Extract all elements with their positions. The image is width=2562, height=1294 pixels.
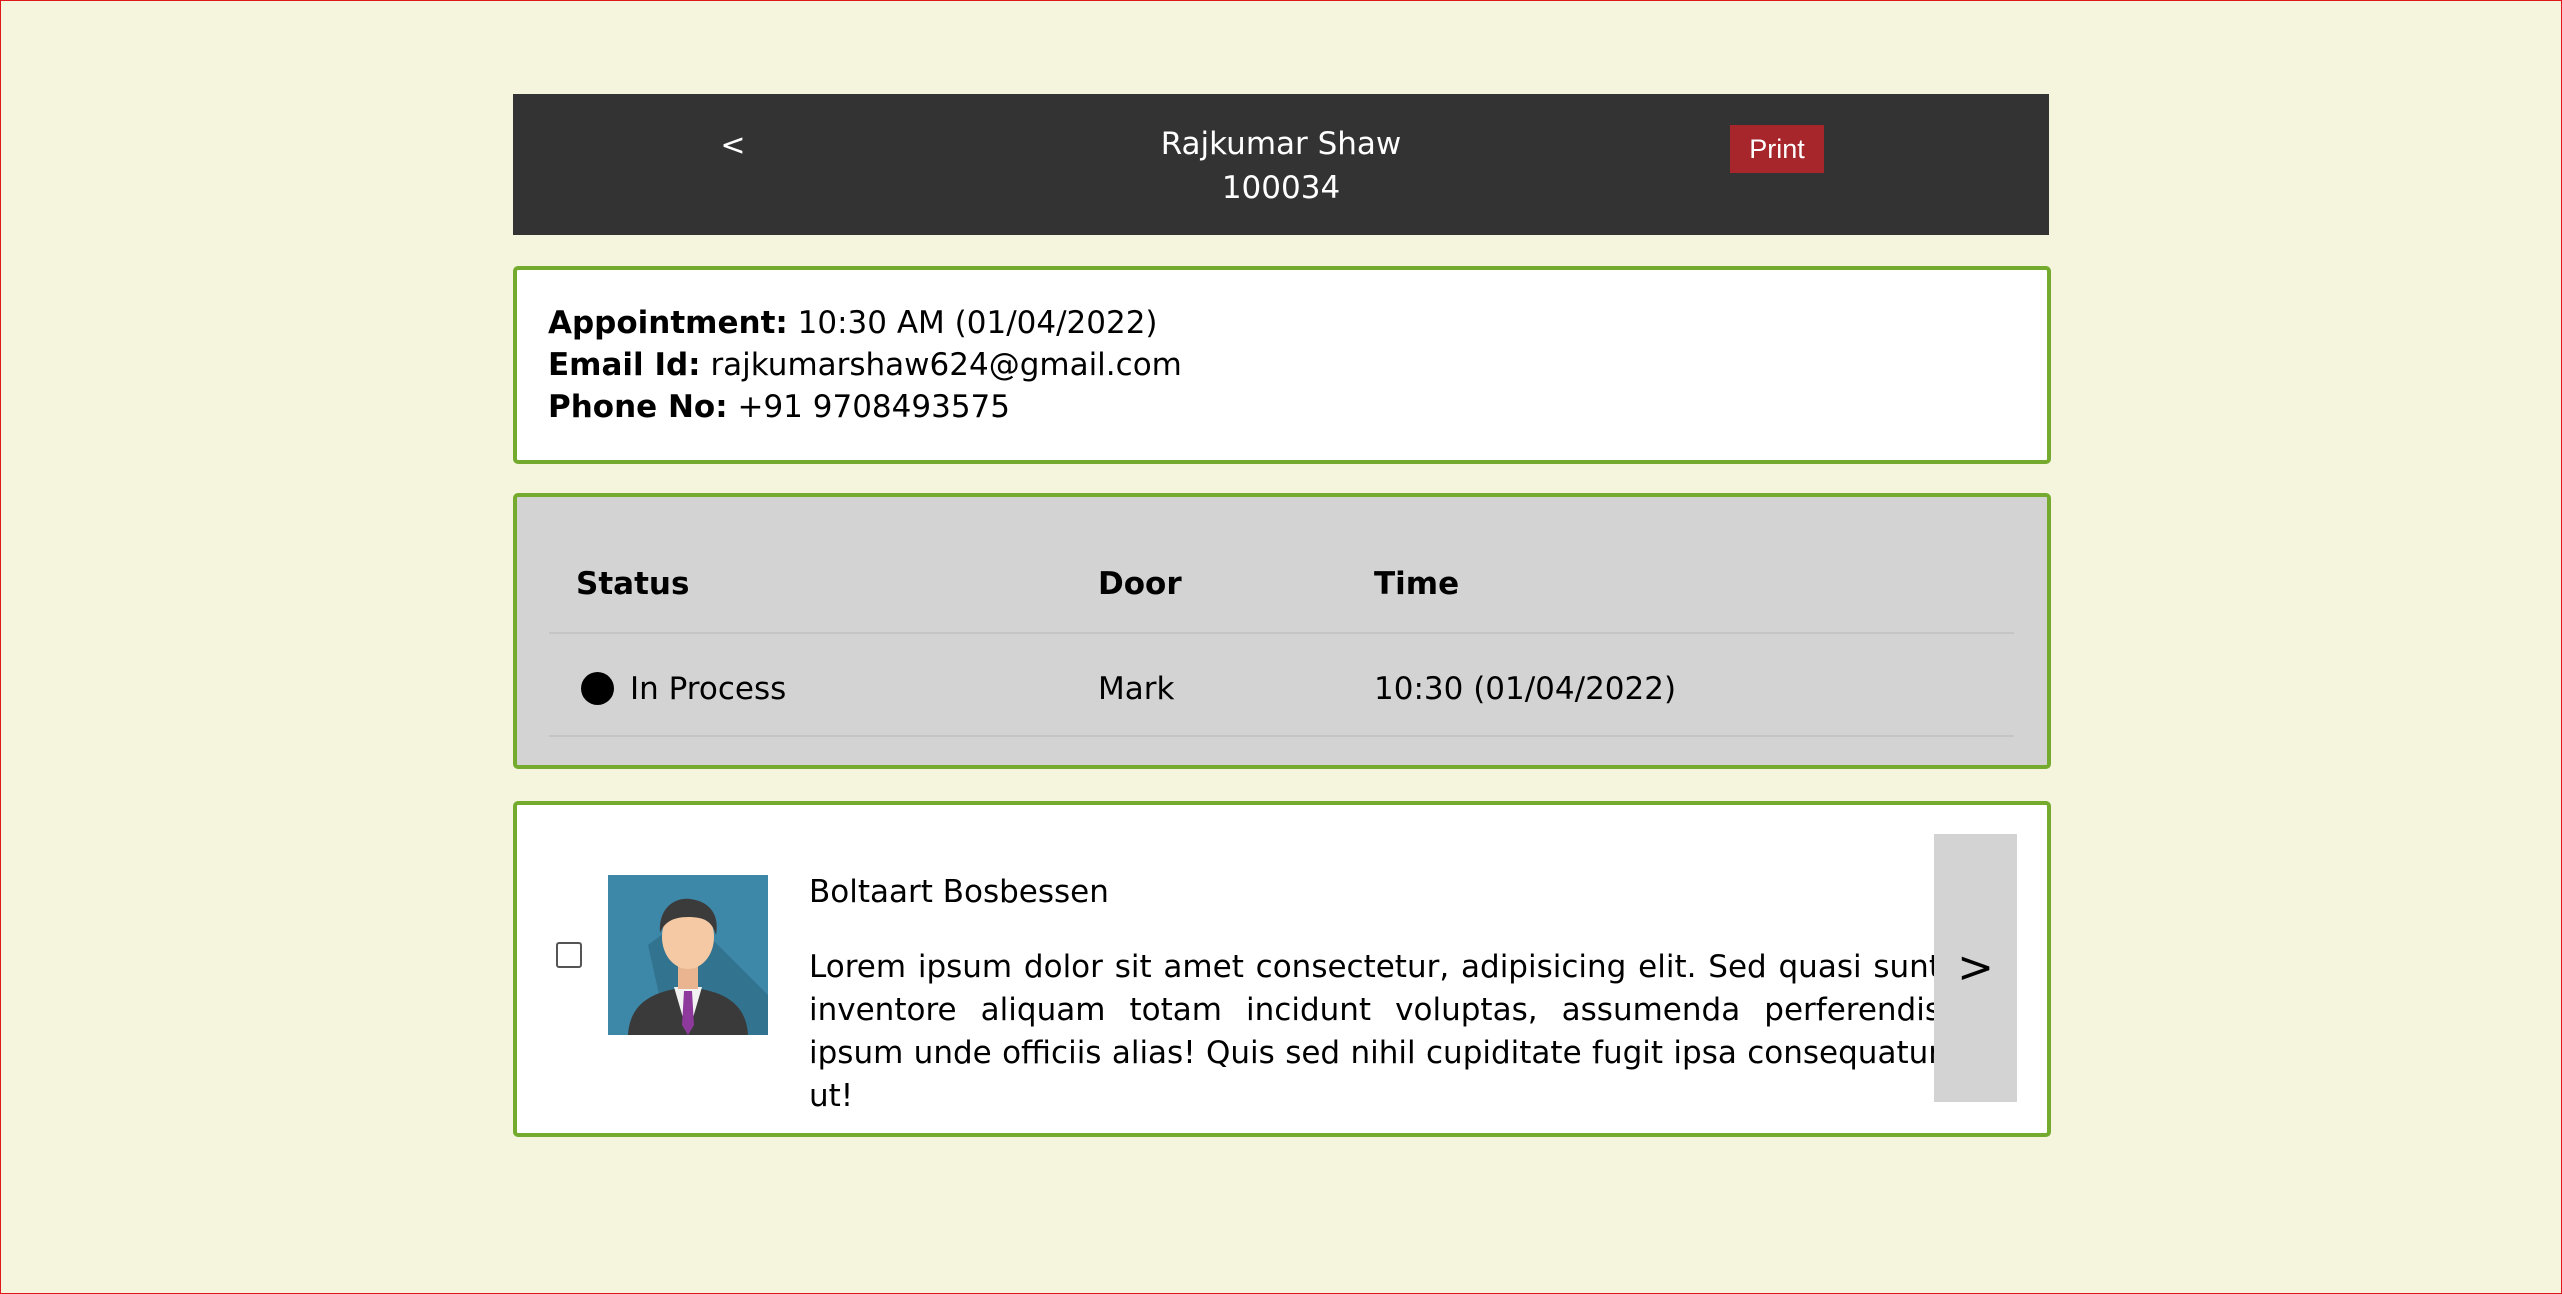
person-card: Boltaart Bosbessen Lorem ipsum dolor sit… <box>513 801 2051 1137</box>
appointment-line: Appointment: 10:30 AM (01/04/2022) <box>548 302 1158 344</box>
status-dot-icon <box>581 672 614 705</box>
header-bar: < Rajkumar Shaw 100034 Print <box>513 94 2049 235</box>
print-button[interactable]: Print <box>1730 125 1824 173</box>
person-name: Boltaart Bosbessen <box>809 874 1109 910</box>
next-button[interactable]: > <box>1934 834 2017 1102</box>
phone-label: Phone No: <box>548 389 728 425</box>
status-table-card: Status Door Time In Process Mark 10:30 (… <box>513 493 2051 769</box>
person-description: Lorem ipsum dolor sit amet consectetur, … <box>809 949 1941 1114</box>
appointment-label: Appointment: <box>548 305 788 341</box>
phone-line: Phone No: +91 9708493575 <box>548 386 1010 428</box>
person-avatar-icon <box>608 875 768 1035</box>
status-cell: In Process <box>630 671 787 707</box>
door-cell: Mark <box>1098 671 1175 707</box>
email-value: rajkumarshaw624@gmail.com <box>710 347 1182 383</box>
select-checkbox[interactable] <box>556 942 582 968</box>
time-cell: 10:30 (01/04/2022) <box>1374 671 1677 707</box>
contact-info-card: Appointment: 10:30 AM (01/04/2022) Email… <box>513 266 2051 464</box>
phone-value: +91 9708493575 <box>737 389 1010 425</box>
email-line: Email Id: rajkumarshaw624@gmail.com <box>548 344 1182 386</box>
email-label: Email Id: <box>548 347 701 383</box>
column-header-time: Time <box>1374 566 1460 602</box>
table-divider <box>549 735 2014 737</box>
appointment-value: 10:30 AM (01/04/2022) <box>797 305 1158 341</box>
column-header-status: Status <box>576 566 690 602</box>
table-divider <box>549 632 2014 634</box>
column-header-door: Door <box>1098 566 1182 602</box>
